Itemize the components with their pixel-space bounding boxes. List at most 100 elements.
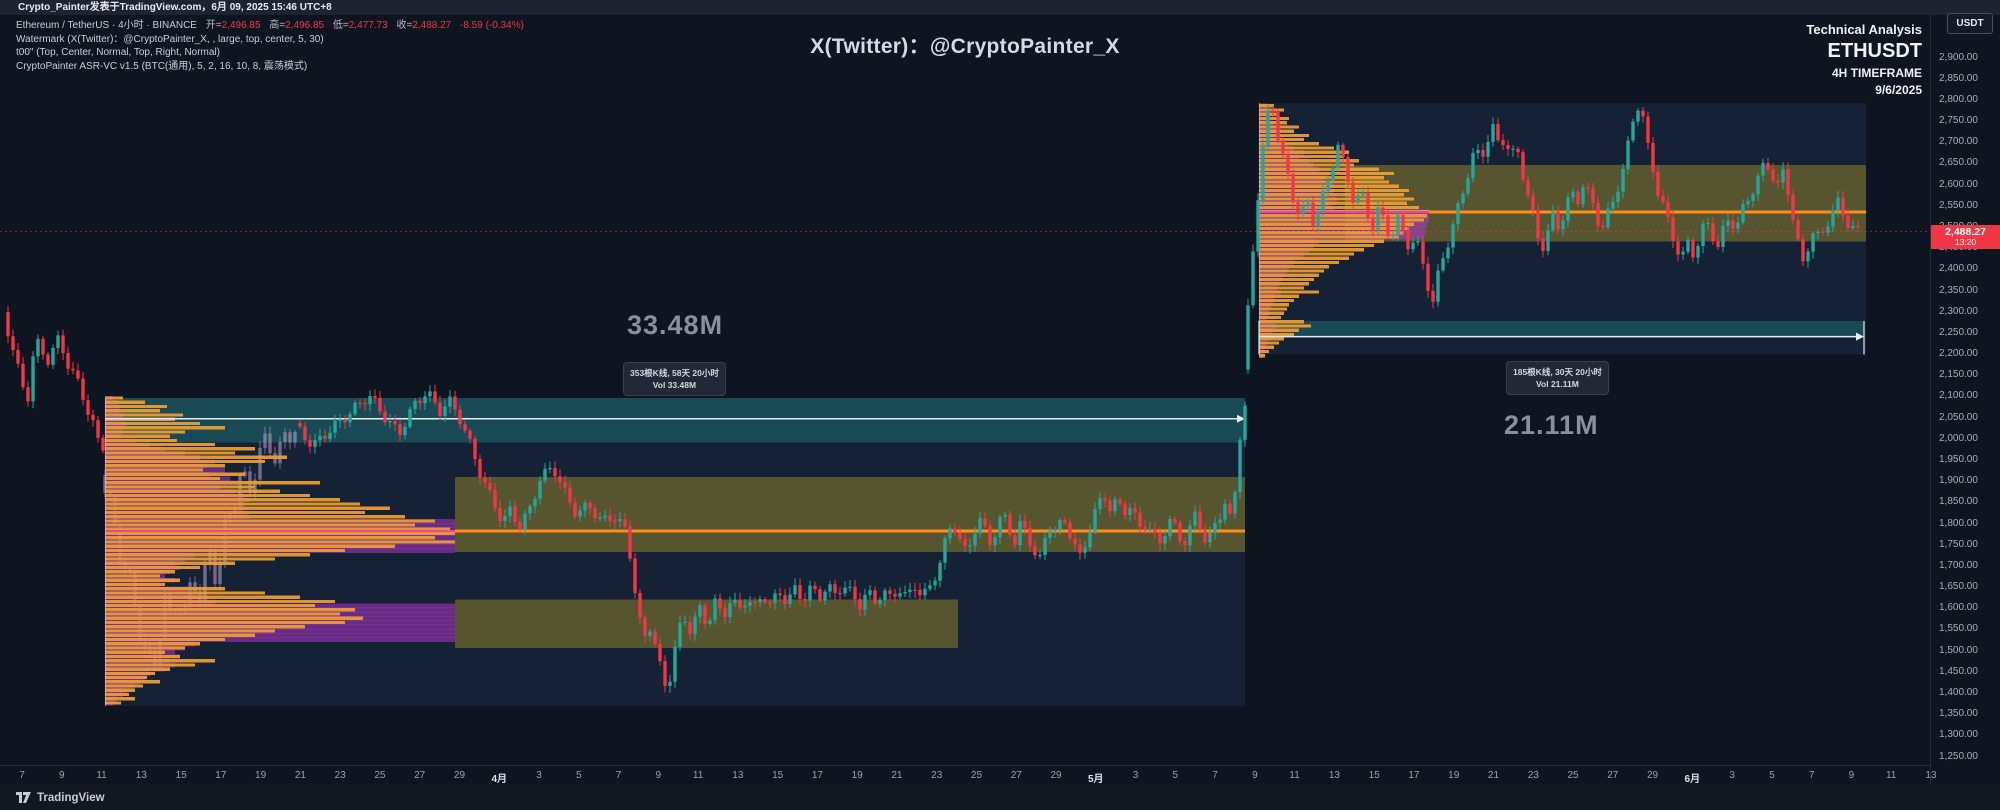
price-tick-label: 2,850.00 xyxy=(1939,73,1978,84)
price-tick-label: 2,750.00 xyxy=(1939,115,1978,126)
time-tick-label: 9 xyxy=(1834,770,1868,781)
time-tick-label: 3 xyxy=(522,770,556,781)
time-tick-label: 5 xyxy=(1158,770,1192,781)
info-date: 9/6/2025 xyxy=(1806,83,1922,97)
price-tick-label: 2,550.00 xyxy=(1939,200,1978,211)
time-tick-label: 5月 xyxy=(1079,770,1113,785)
time-tick-label: 25 xyxy=(1556,770,1590,781)
time-tick-label: 5 xyxy=(1755,770,1789,781)
indicator-settings-row: CryptoPainter ASR-VC v1.5 (BTC(通用), 5, 2… xyxy=(16,60,524,74)
time-tick-label: 19 xyxy=(840,770,874,781)
text-settings-row: t00" (Top, Center, Normal, Top, Right, N… xyxy=(16,46,524,60)
time-tick-label: 13 xyxy=(124,770,158,781)
price-tick-label: 1,900.00 xyxy=(1939,475,1978,486)
time-tick-label: 25 xyxy=(959,770,993,781)
time-tick-label: 13 xyxy=(1317,770,1351,781)
price-tick-label: 1,450.00 xyxy=(1939,666,1978,677)
time-tick-label: 15 xyxy=(164,770,198,781)
price-tick-label: 1,350.00 xyxy=(1939,708,1978,719)
time-tick-label: 11 xyxy=(681,770,715,781)
chart-canvas[interactable] xyxy=(0,0,2000,810)
symbol-title: Ethereum / TetherUS · 4小时 · BINANCE xyxy=(16,20,197,31)
left-volume-label: 33.48M xyxy=(627,310,723,341)
price-tick-label: 1,550.00 xyxy=(1939,623,1978,634)
left-tooltip-bars: 353根K线, 58天 20小时 xyxy=(630,367,719,379)
time-tick-label: 7 xyxy=(602,770,636,781)
time-tick-label: 17 xyxy=(204,770,238,781)
time-tick-label: 7 xyxy=(1795,770,1829,781)
price-tick-label: 1,250.00 xyxy=(1939,751,1978,762)
price-tick-label: 2,050.00 xyxy=(1939,412,1978,423)
price-tick-label: 1,850.00 xyxy=(1939,496,1978,507)
low-value: 2,477.73 xyxy=(349,20,388,31)
price-tick-label: 2,200.00 xyxy=(1939,348,1978,359)
footer-bar: TradingView xyxy=(0,785,2000,810)
footer-brand-text: TradingView xyxy=(37,792,105,804)
price-tick-label: 1,800.00 xyxy=(1939,518,1978,529)
time-tick-label: 17 xyxy=(1397,770,1431,781)
time-tick-label: 13 xyxy=(721,770,755,781)
close-label: 收= xyxy=(396,20,412,31)
price-tick-label: 1,750.00 xyxy=(1939,539,1978,550)
price-tick-label: 2,900.00 xyxy=(1939,52,1978,63)
right-volume-label: 21.11M xyxy=(1504,410,1599,441)
price-axis[interactable]: 2,900.00 2,850.00 2,800.00 2,750.00 2,700.00… xyxy=(1930,0,2000,785)
open-value: 2,496.85 xyxy=(222,20,261,31)
time-tick-label: 17 xyxy=(800,770,834,781)
symbol-ohlc-row: Ethereum / TetherUS · 4小时 · BINANCE 开=2,… xyxy=(16,19,524,33)
time-tick-label: 21 xyxy=(1476,770,1510,781)
currency-toggle-button[interactable]: USDT xyxy=(1947,13,1993,34)
time-tick-label: 15 xyxy=(1357,770,1391,781)
time-tick-label: 15 xyxy=(761,770,795,781)
time-tick-label: 11 xyxy=(85,770,119,781)
price-tick-label: 2,650.00 xyxy=(1939,157,1978,168)
price-tick-label: 2,400.00 xyxy=(1939,263,1978,274)
time-tick-label: 7 xyxy=(1198,770,1232,781)
time-tick-label: 29 xyxy=(442,770,476,781)
time-tick-label: 27 xyxy=(999,770,1033,781)
time-tick-label: 29 xyxy=(1636,770,1670,781)
tradingview-logo-icon xyxy=(16,791,31,804)
price-tick-label: 2,700.00 xyxy=(1939,136,1978,147)
price-tick-label: 2,800.00 xyxy=(1939,94,1978,105)
bar-countdown: 13:20 xyxy=(1931,238,2000,247)
time-tick-label: 19 xyxy=(244,770,278,781)
left-tooltip-vol: Vol 33.48M xyxy=(630,379,719,391)
price-tick-label: 1,500.00 xyxy=(1939,645,1978,656)
time-tick-label: 9 xyxy=(45,770,79,781)
time-tick-label: 3 xyxy=(1715,770,1749,781)
info-panel: Technical Analysis ETHUSDT 4H TIMEFRAME … xyxy=(1806,22,1922,97)
time-tick-label: 27 xyxy=(1596,770,1630,781)
price-tick-label: 1,300.00 xyxy=(1939,729,1978,740)
price-tick-label: 1,950.00 xyxy=(1939,454,1978,465)
time-tick-label: 21 xyxy=(880,770,914,781)
time-axis[interactable]: 79111315171921232527294月3579111315171921… xyxy=(0,765,1930,785)
price-tick-label: 2,000.00 xyxy=(1939,433,1978,444)
high-label: 高= xyxy=(269,20,285,31)
price-tick-label: 2,100.00 xyxy=(1939,390,1978,401)
time-tick-label: 21 xyxy=(283,770,317,781)
price-tick-label: 1,400.00 xyxy=(1939,687,1978,698)
price-tick-label: 2,150.00 xyxy=(1939,369,1978,380)
price-tick-label: 2,600.00 xyxy=(1939,179,1978,190)
close-value: 2,488.27 xyxy=(412,20,451,31)
time-tick-label: 27 xyxy=(403,770,437,781)
price-tick-label: 1,700.00 xyxy=(1939,560,1978,571)
time-tick-label: 7 xyxy=(5,770,39,781)
time-tick-label: 23 xyxy=(1516,770,1550,781)
watermark-settings-row: Watermark (X(Twitter)：@CryptoPainter_X, … xyxy=(16,33,524,47)
indicator-legend: Ethereum / TetherUS · 4小时 · BINANCE 开=2,… xyxy=(16,19,524,73)
high-value: 2,496.85 xyxy=(285,20,324,31)
time-tick-label: 9 xyxy=(641,770,675,781)
time-tick-label: 6月 xyxy=(1675,770,1709,785)
right-tooltip-vol: Vol 21.11M xyxy=(1513,378,1602,390)
time-tick-label: 11 xyxy=(1874,770,1908,781)
time-tick-label: 29 xyxy=(1039,770,1073,781)
time-tick-label: 25 xyxy=(363,770,397,781)
price-tick-label: 2,350.00 xyxy=(1939,285,1978,296)
window-titlebar: Crypto_Painter发表于TradingView.com，6月 09, … xyxy=(0,0,2000,15)
time-tick-label: 9 xyxy=(1238,770,1272,781)
time-tick-label: 23 xyxy=(323,770,357,781)
time-tick-label: 5 xyxy=(562,770,596,781)
time-tick-label: 23 xyxy=(920,770,954,781)
